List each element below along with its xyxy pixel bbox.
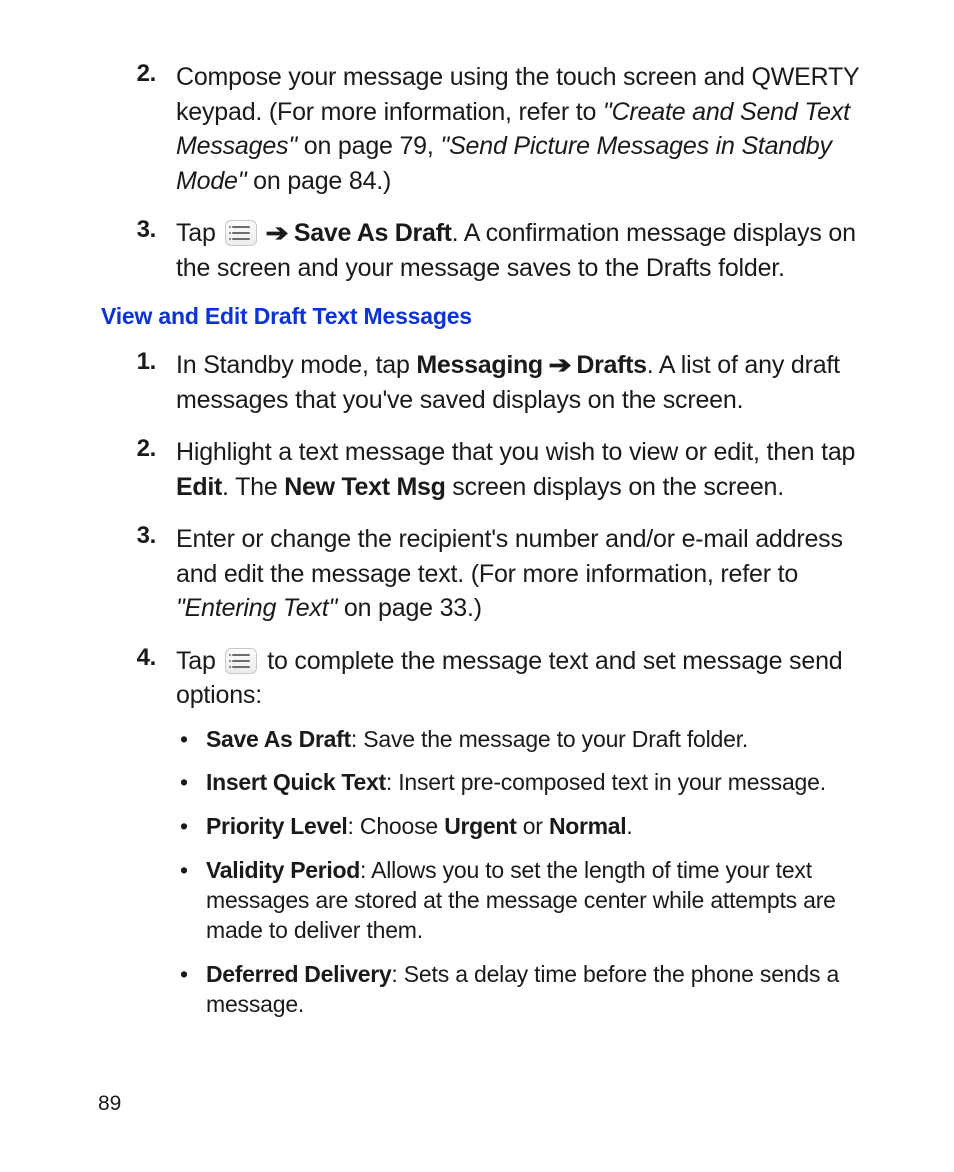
step-marker: 3. bbox=[98, 522, 176, 626]
bullet-body: Deferred Delivery: Sets a delay time bef… bbox=[206, 960, 884, 1020]
step-body: Tap to complete the message text and set… bbox=[176, 644, 884, 1034]
step-item: 1. In Standby mode, tap Messaging ➔ Draf… bbox=[98, 348, 884, 417]
bullet-marker: • bbox=[176, 812, 206, 842]
option-list: • Save As Draft: Save the message to you… bbox=[176, 725, 884, 1020]
section-step-list: 1. In Standby mode, tap Messaging ➔ Draf… bbox=[98, 348, 884, 1034]
bullet-marker: • bbox=[176, 856, 206, 946]
step-body: Enter or change the recipient's number a… bbox=[176, 522, 884, 626]
step-body: In Standby mode, tap Messaging ➔ Drafts.… bbox=[176, 348, 884, 417]
bullet-body: Save As Draft: Save the message to your … bbox=[206, 725, 884, 755]
step-body: Compose your message using the touch scr… bbox=[176, 60, 884, 198]
step-marker: 4. bbox=[98, 644, 176, 1034]
step-marker: 3. bbox=[98, 216, 176, 285]
document-page: 2. Compose your message using the touch … bbox=[0, 0, 954, 1172]
step-body: Tap ➔ Save As Draft. A confirmation mess… bbox=[176, 216, 884, 285]
list-item: • Save As Draft: Save the message to you… bbox=[176, 725, 884, 755]
menu-icon bbox=[225, 220, 257, 246]
arrow-icon: ➔ bbox=[266, 217, 289, 250]
bullet-marker: • bbox=[176, 725, 206, 755]
list-item: • Validity Period: Allows you to set the… bbox=[176, 856, 884, 946]
page-number: 89 bbox=[98, 1092, 121, 1116]
bullet-body: Validity Period: Allows you to set the l… bbox=[206, 856, 884, 946]
bullet-marker: • bbox=[176, 768, 206, 798]
step-item: 2. Compose your message using the touch … bbox=[98, 60, 884, 198]
list-item: • Insert Quick Text: Insert pre-composed… bbox=[176, 768, 884, 798]
section-heading: View and Edit Draft Text Messages bbox=[101, 303, 884, 330]
step-item: 4. Tap to complete the message text and … bbox=[98, 644, 884, 1034]
step-marker: 2. bbox=[98, 60, 176, 198]
step-body-line: Tap to complete the message text and set… bbox=[176, 647, 842, 710]
bullet-body: Priority Level: Choose Urgent or Normal. bbox=[206, 812, 884, 842]
list-item: • Priority Level: Choose Urgent or Norma… bbox=[176, 812, 884, 842]
list-item: • Deferred Delivery: Sets a delay time b… bbox=[176, 960, 884, 1020]
bullet-body: Insert Quick Text: Insert pre-composed t… bbox=[206, 768, 884, 798]
bullet-marker: • bbox=[176, 960, 206, 1020]
step-body: Highlight a text message that you wish t… bbox=[176, 435, 884, 504]
menu-icon bbox=[225, 648, 257, 674]
top-step-list: 2. Compose your message using the touch … bbox=[98, 60, 884, 285]
step-item: 3. Enter or change the recipient's numbe… bbox=[98, 522, 884, 626]
step-item: 3. Tap ➔ Save As Draft. A confirmation m… bbox=[98, 216, 884, 285]
step-marker: 1. bbox=[98, 348, 176, 417]
step-item: 2. Highlight a text message that you wis… bbox=[98, 435, 884, 504]
arrow-icon: ➔ bbox=[548, 349, 571, 382]
step-marker: 2. bbox=[98, 435, 176, 504]
